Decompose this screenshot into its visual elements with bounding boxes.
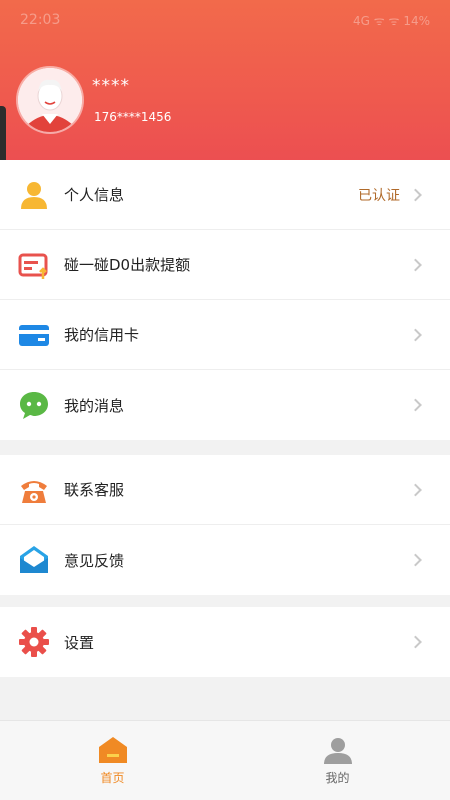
menu-group-settings: 设置 <box>0 607 450 677</box>
phone-icon <box>18 474 50 506</box>
menu-group-account: 个人信息 已认证 碰一碰D0出款提额 我的信用卡 我的消息 <box>0 160 450 440</box>
profile-phone: 176****1456 <box>94 110 172 124</box>
home-icon <box>98 737 127 763</box>
status-bar: 22:03 4G ᯤ ᯤ 14% <box>0 0 450 40</box>
chevron-right-icon <box>409 188 422 201</box>
menu-item-settings[interactable]: 设置 <box>0 607 450 677</box>
verified-badge: 已认证 <box>358 187 400 204</box>
profile-name: **** <box>92 76 130 96</box>
message-icon <box>18 389 50 421</box>
chevron-right-icon <box>409 635 422 649</box>
menu-item-label: 碰一碰D0出款提额 <box>64 256 191 274</box>
tab-home[interactable]: 首页 <box>0 721 225 800</box>
menu-item-label: 联系客服 <box>64 481 125 499</box>
menu-item-label: 个人信息 <box>64 186 125 204</box>
credit-card-icon <box>18 319 50 351</box>
chevron-right-icon <box>409 398 422 412</box>
chevron-right-icon <box>409 553 422 567</box>
menu-item-label: 我的信用卡 <box>64 326 140 344</box>
bottom-tab-bar: 首页 我的 <box>0 720 450 800</box>
avatar[interactable] <box>18 68 82 132</box>
person-icon <box>18 179 50 211</box>
user-icon <box>323 738 352 764</box>
tab-mine[interactable]: 我的 <box>225 721 450 800</box>
menu-item-label: 我的消息 <box>64 396 125 415</box>
menu-item-label: 意见反馈 <box>64 551 125 570</box>
menu-item-d0-limit[interactable]: 碰一碰D0出款提额 <box>0 230 450 300</box>
avatar-icon <box>18 68 82 132</box>
menu-item-feedback[interactable]: 意见反馈 <box>0 525 450 595</box>
tab-mine-label: 我的 <box>325 771 350 785</box>
menu-item-customer-service[interactable]: 联系客服 <box>0 455 450 525</box>
menu-item-credit-card[interactable]: 我的信用卡 <box>0 300 450 370</box>
status-indicator-text: 4G ᯤ ᯤ 14% <box>353 13 430 28</box>
chevron-right-icon <box>409 328 422 341</box>
menu-item-personal-info[interactable]: 个人信息 已认证 <box>0 160 450 230</box>
menu-item-messages[interactable]: 我的消息 <box>0 370 450 440</box>
chevron-right-icon <box>409 483 422 496</box>
envelope-icon <box>18 544 50 576</box>
status-time: 22:03 <box>20 12 61 28</box>
card-limit-icon <box>18 249 50 281</box>
menu-group-support: 联系客服 意见反馈 <box>0 455 450 595</box>
chevron-right-icon <box>409 258 422 271</box>
profile-header: 22:03 4G ᯤ ᯤ 14% **** 176****1456 <box>0 0 450 160</box>
gear-icon <box>18 626 50 658</box>
menu-item-label: 设置 <box>64 633 95 652</box>
status-indicators: 4G ᯤ ᯤ 14% <box>353 12 430 29</box>
tab-home-label: 首页 <box>100 771 125 785</box>
